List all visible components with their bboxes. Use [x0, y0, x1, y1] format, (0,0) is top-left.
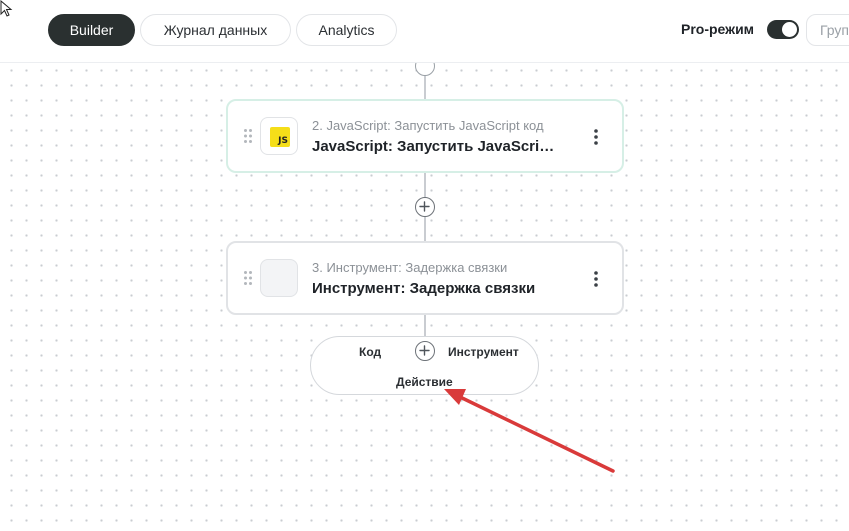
- tab-builder[interactable]: Builder: [48, 14, 135, 46]
- plus-icon: [419, 345, 430, 356]
- more-options-icon[interactable]: [594, 128, 598, 146]
- plus-icon: [419, 201, 430, 212]
- add-step-button[interactable]: [415, 197, 435, 217]
- pro-mode-toggle[interactable]: [767, 20, 799, 39]
- javascript-icon: JS: [270, 127, 290, 147]
- toggle-knob: [782, 22, 797, 37]
- app-icon-container: JS: [260, 117, 298, 155]
- add-option-action[interactable]: Действие: [396, 375, 453, 389]
- step-subtitle: 3. Инструмент: Задержка связки: [312, 260, 508, 275]
- tab-analytics[interactable]: Analytics: [296, 14, 397, 46]
- tab-data-log[interactable]: Журнал данных: [140, 14, 291, 46]
- top-toolbar: Builder Журнал данных Analytics Pro-режи…: [0, 0, 849, 63]
- add-option-tool[interactable]: Инструмент: [448, 345, 519, 359]
- drag-handle-icon[interactable]: [243, 128, 253, 144]
- tool-placeholder-icon: [260, 259, 298, 297]
- drag-handle-icon[interactable]: [243, 270, 253, 286]
- step-title: JavaScript: Запустить JavaScript код: [312, 138, 562, 155]
- add-option-code[interactable]: Код: [359, 345, 381, 359]
- add-step-button[interactable]: [415, 341, 435, 361]
- more-options-icon[interactable]: [594, 270, 598, 288]
- step-card-javascript[interactable]: JS 2. JavaScript: Запустить JavaScript к…: [226, 99, 624, 173]
- step-card-delay[interactable]: 3. Инструмент: Задержка связки Инструмен…: [226, 241, 624, 315]
- mouse-cursor-icon: [0, 0, 13, 17]
- step-title: Инструмент: Задержка связки: [312, 280, 536, 297]
- group-button[interactable]: Груп: [806, 14, 849, 46]
- step-subtitle: 2. JavaScript: Запустить JavaScript код: [312, 118, 544, 133]
- pro-mode-label: Pro-режим: [681, 21, 755, 37]
